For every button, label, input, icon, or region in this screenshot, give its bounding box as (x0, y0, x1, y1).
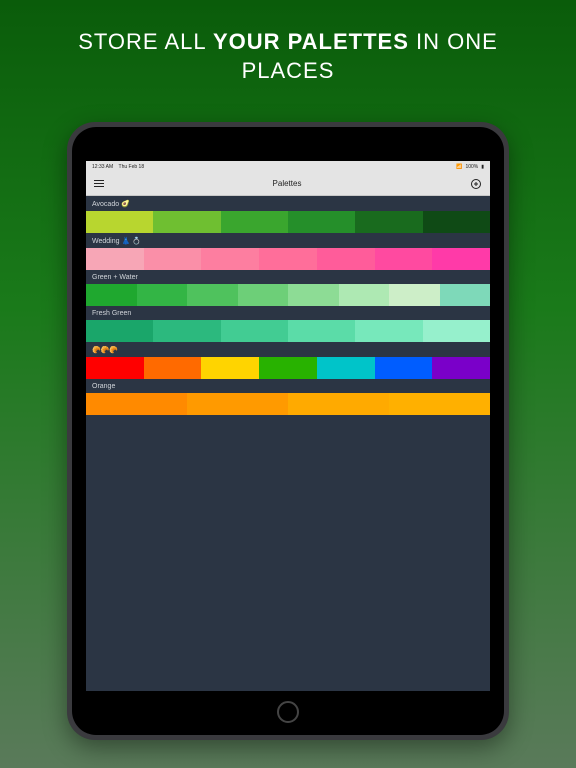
color-swatch[interactable] (288, 320, 355, 342)
screen: 12:33 AM Thu Feb 18 📶 100% ▮ Palettes (86, 161, 490, 691)
color-swatch[interactable] (423, 211, 490, 233)
palette-label: Fresh Green (86, 306, 490, 320)
color-swatch[interactable] (187, 393, 288, 415)
plus-circle-icon (470, 178, 482, 190)
status-bar: 12:33 AM Thu Feb 18 📶 100% ▮ (86, 161, 490, 172)
color-swatch[interactable] (259, 248, 317, 270)
color-swatch[interactable] (423, 320, 490, 342)
headline-bold: YOUR PALETTES (213, 29, 409, 54)
color-swatch[interactable] (86, 393, 187, 415)
color-swatch[interactable] (355, 320, 422, 342)
palette-label: Wedding 👗 💍 (86, 233, 490, 248)
palette-label: 🥐🥐🥐 (86, 342, 490, 357)
palette-label: Green + Water (86, 270, 490, 284)
color-swatch[interactable] (432, 248, 490, 270)
battery-icon: ▮ (481, 164, 484, 170)
headline: STORE ALL YOUR PALETTES IN ONE PLACES (0, 0, 576, 85)
color-swatch[interactable] (339, 284, 390, 306)
status-time: 12:33 AM (92, 164, 113, 170)
color-swatch[interactable] (86, 284, 137, 306)
menu-button[interactable] (94, 180, 104, 187)
palette-label: Orange (86, 379, 490, 393)
palette-row[interactable]: Avocado 🥑 (86, 196, 490, 233)
swatch-row (86, 357, 490, 379)
nav-bar: Palettes (86, 172, 490, 196)
page-title: Palettes (273, 179, 302, 188)
color-swatch[interactable] (288, 393, 389, 415)
color-swatch[interactable] (153, 320, 220, 342)
palette-row[interactable]: 🥐🥐🥐 (86, 342, 490, 379)
palette-row[interactable]: Green + Water (86, 270, 490, 306)
color-swatch[interactable] (375, 357, 433, 379)
palette-label: Avocado 🥑 (86, 196, 490, 211)
wifi-icon: 📶 (456, 164, 462, 170)
color-swatch[interactable] (440, 284, 491, 306)
status-left: 12:33 AM Thu Feb 18 (92, 164, 144, 170)
color-swatch[interactable] (375, 248, 433, 270)
color-swatch[interactable] (86, 320, 153, 342)
add-button[interactable] (470, 178, 482, 190)
color-swatch[interactable] (221, 211, 288, 233)
headline-pre: STORE ALL (78, 29, 213, 54)
color-swatch[interactable] (389, 393, 490, 415)
status-date: Thu Feb 18 (119, 164, 145, 170)
color-swatch[interactable] (317, 357, 375, 379)
color-swatch[interactable] (137, 284, 188, 306)
color-swatch[interactable] (144, 357, 202, 379)
color-swatch[interactable] (317, 248, 375, 270)
swatch-row (86, 284, 490, 306)
palette-list[interactable]: Avocado 🥑 Wedding 👗 💍 Green + Water Fresh G… (86, 196, 490, 691)
color-swatch[interactable] (221, 320, 288, 342)
color-swatch[interactable] (144, 248, 202, 270)
color-swatch[interactable] (238, 284, 289, 306)
color-swatch[interactable] (153, 211, 220, 233)
color-swatch[interactable] (86, 211, 153, 233)
palette-row[interactable]: Fresh Green (86, 306, 490, 342)
color-swatch[interactable] (259, 357, 317, 379)
swatch-row (86, 320, 490, 342)
status-battery: 100% (465, 164, 478, 170)
color-swatch[interactable] (86, 357, 144, 379)
color-swatch[interactable] (201, 357, 259, 379)
color-swatch[interactable] (432, 357, 490, 379)
tablet-frame: 12:33 AM Thu Feb 18 📶 100% ▮ Palettes (67, 122, 509, 740)
color-swatch[interactable] (389, 284, 440, 306)
color-swatch[interactable] (288, 211, 355, 233)
color-swatch[interactable] (288, 284, 339, 306)
color-swatch[interactable] (187, 284, 238, 306)
color-swatch[interactable] (355, 211, 422, 233)
swatch-row (86, 211, 490, 233)
tablet-bezel: 12:33 AM Thu Feb 18 📶 100% ▮ Palettes (72, 127, 504, 735)
swatch-row (86, 248, 490, 270)
home-button[interactable] (277, 701, 299, 723)
color-swatch[interactable] (86, 248, 144, 270)
swatch-row (86, 393, 490, 415)
color-swatch[interactable] (201, 248, 259, 270)
status-right: 📶 100% ▮ (456, 164, 484, 170)
palette-row[interactable]: Wedding 👗 💍 (86, 233, 490, 270)
palette-row[interactable]: Orange (86, 379, 490, 415)
